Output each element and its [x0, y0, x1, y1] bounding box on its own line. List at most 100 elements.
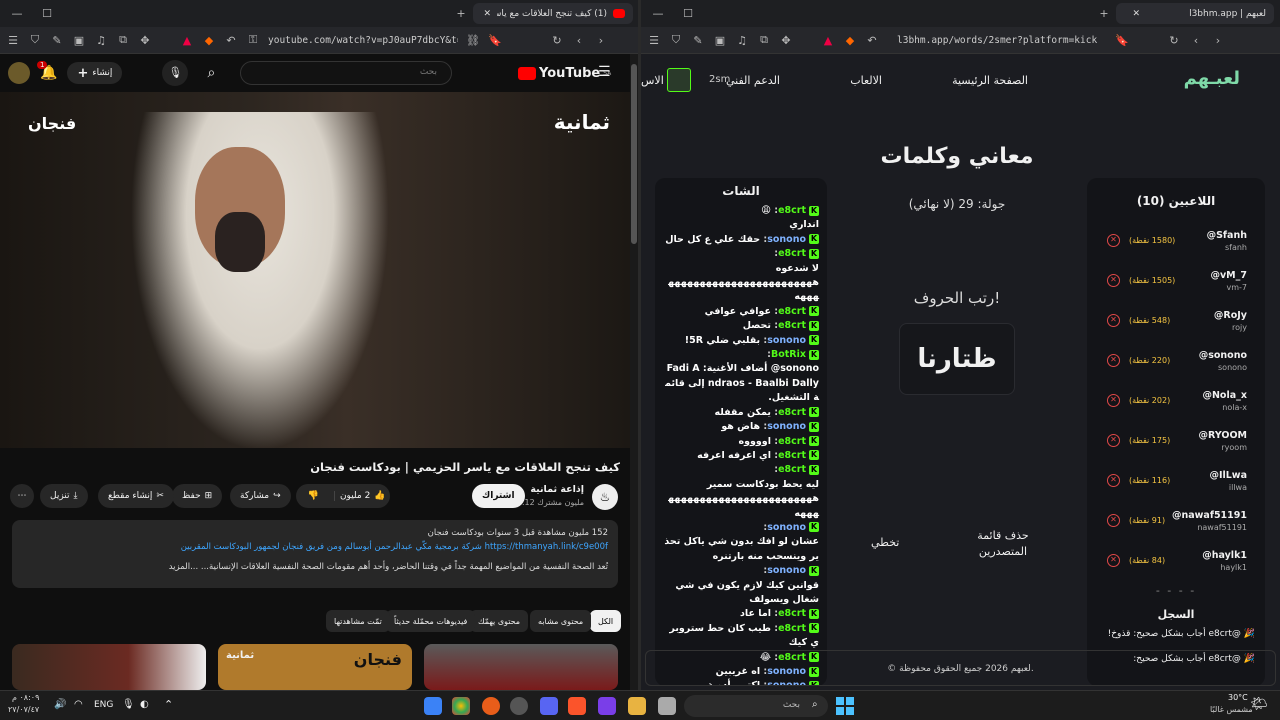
sidebar-icon[interactable]: ▣ [72, 33, 86, 47]
chat-username[interactable]: BotRix [771, 349, 806, 360]
mic-tray-icon[interactable]: 🎙 [122, 699, 135, 710]
music-icon[interactable]: ♫ [94, 33, 108, 47]
new-tab-icon[interactable]: + [1093, 7, 1115, 20]
app-icon[interactable] [598, 697, 616, 715]
shield-icon[interactable]: ⛉ [669, 33, 683, 47]
chat-username[interactable]: e8crt [778, 450, 806, 461]
search-icon[interactable]: ⌕ [198, 60, 224, 86]
chat-username[interactable]: sonono [767, 421, 806, 432]
remove-player-icon[interactable]: ✕ [1107, 314, 1120, 327]
player-name[interactable]: @nawaf51191 [1172, 510, 1247, 521]
subscribe-button[interactable]: اشتراك [472, 484, 525, 508]
extensions-icon[interactable]: ✎ [50, 33, 64, 47]
menu-icon[interactable]: ☰ [647, 33, 661, 47]
description-box[interactable]: 152 مليون مشاهدة قبل 3 سنوات بودكاست فنج… [12, 520, 618, 588]
skip-button[interactable]: تخطي [871, 536, 899, 549]
nav-support[interactable]: الدعم الفني [726, 74, 780, 87]
firefox-icon[interactable] [482, 697, 500, 715]
chip-watched[interactable]: تمّت مشاهدتها [326, 610, 390, 632]
rewards-icon[interactable]: ▲ [180, 33, 194, 47]
user-avatar[interactable] [667, 68, 691, 92]
close-tab-icon[interactable]: ✕ [1132, 9, 1140, 19]
chip-similar[interactable]: محتوى مشابه [530, 610, 592, 632]
sidebar-icon[interactable]: ▣ [713, 33, 727, 47]
nav-home[interactable]: الصفحة الرئيسية [952, 74, 1028, 87]
back-icon[interactable]: ‹ [1189, 33, 1203, 47]
notifications-bell-icon[interactable]: 🔔 1 [37, 61, 57, 81]
screenshot-icon[interactable]: ⧉ [116, 33, 130, 47]
minimize-icon[interactable]: — [6, 7, 28, 20]
remove-player-icon[interactable]: ✕ [1107, 434, 1120, 447]
remove-player-icon[interactable]: ✕ [1107, 354, 1120, 367]
copy-link-icon[interactable]: ⛓ [466, 33, 480, 47]
chat-username[interactable]: e8crt [778, 407, 806, 418]
language-indicator[interactable]: ENG [94, 700, 113, 710]
video-player[interactable]: ثمانية فنجان [0, 92, 630, 448]
shield-icon[interactable]: ⛉ [28, 33, 42, 47]
new-tab-icon[interactable]: + [450, 7, 472, 20]
weather-temp[interactable]: 30°C [1228, 693, 1248, 702]
player-name[interactable]: @vM_7 [1210, 270, 1247, 281]
maximize-icon[interactable]: ☐ [677, 7, 699, 20]
reload-icon[interactable]: ↶ [224, 33, 238, 47]
url-field[interactable]: l3bhm.app/words/2smer?platform=kick [897, 35, 1107, 46]
chat-username[interactable]: e8crt [778, 623, 806, 634]
site-info-icon[interactable]: ⚿ [246, 33, 260, 47]
clear-leaderboard-button[interactable]: حذف قائمة المتصدرين [963, 528, 1043, 560]
chat-username[interactable]: sonono [767, 234, 806, 245]
refresh-icon[interactable]: ↻ [550, 33, 564, 47]
nav-more[interactable]: الاس [641, 74, 664, 87]
player-name[interactable]: @Nola_x [1202, 390, 1247, 401]
app-icon[interactable] [510, 697, 528, 715]
clock-date[interactable]: ٢٧/٠٧/٤٧ [8, 705, 39, 714]
chat-username[interactable]: e8crt [778, 320, 806, 331]
rewards-icon[interactable]: ▲ [821, 33, 835, 47]
chat-username[interactable]: e8crt [778, 205, 806, 216]
menu-icon[interactable]: ☰ [6, 33, 20, 47]
channel-name[interactable]: إذاعة ثمانية [530, 484, 584, 495]
clip-button[interactable]: ✂ إنشاء مقطع [98, 484, 174, 508]
remove-player-icon[interactable]: ✕ [1107, 274, 1120, 287]
weather-icon[interactable]: 🌤 [1250, 696, 1268, 712]
hamburger-menu-icon[interactable]: ☰ [598, 64, 611, 80]
player-name[interactable]: @RYOOM [1199, 430, 1247, 441]
file-explorer-icon[interactable] [628, 697, 646, 715]
windows-start-icon[interactable] [836, 697, 854, 715]
close-tab-icon[interactable]: ✕ [483, 9, 491, 19]
chat-username[interactable]: sonono [767, 522, 806, 533]
search-icon[interactable]: ⌕ [812, 699, 818, 710]
bookmark-icon[interactable]: 🔖 [488, 33, 502, 47]
dislike-button[interactable]: 👎 [296, 491, 330, 501]
save-button[interactable]: ⊞ حفظ [172, 484, 223, 508]
music-icon[interactable]: ♫ [735, 33, 749, 47]
puzzle-icon[interactable]: ✥ [779, 33, 793, 47]
site-logo[interactable]: لعبـهم [1184, 68, 1240, 89]
maximize-icon[interactable]: ☐ [36, 7, 58, 20]
chat-username[interactable]: sonono [767, 335, 806, 346]
remove-player-icon[interactable]: ✕ [1107, 554, 1120, 567]
video-thumbnail[interactable]: ثمانية فنجان [218, 644, 412, 690]
tab-youtube[interactable]: (1) كيف تنجح العلاقات مع ياسر... ✕ [473, 3, 633, 24]
discord-icon[interactable] [540, 697, 558, 715]
chat-username[interactable]: e8crt [778, 464, 806, 475]
chip-for-you[interactable]: محتوى يهمّك [470, 610, 529, 632]
player-name[interactable]: @IlLwa [1209, 470, 1247, 481]
player-name[interactable]: @Sfanh [1207, 230, 1247, 241]
volume-icon[interactable]: 🔊 [54, 699, 66, 710]
screenshot-icon[interactable]: ⧉ [757, 33, 771, 47]
like-button[interactable]: 👍 2 مليون [334, 491, 390, 501]
site-info-icon[interactable]: ↶ [865, 33, 879, 47]
chip-all[interactable]: الكل [590, 610, 622, 632]
tray-app-icon[interactable]: ◐ [140, 699, 149, 710]
wifi-icon[interactable]: ◠ [74, 699, 83, 710]
task-view-icon[interactable] [658, 697, 676, 715]
url-field[interactable]: youtube.com/watch?v=pJ0auP7dbcY&t=1... [268, 35, 458, 46]
remove-player-icon[interactable]: ✕ [1107, 234, 1120, 247]
player-name[interactable]: @sonono [1199, 350, 1247, 361]
chat-username[interactable]: e8crt [778, 608, 806, 619]
player-name[interactable]: @haylk1 [1202, 550, 1247, 561]
forward-icon[interactable]: › [1211, 33, 1225, 47]
brave-shield-icon[interactable]: ◆ [202, 33, 216, 47]
extensions-icon[interactable]: ✎ [691, 33, 705, 47]
channel-avatar[interactable]: ♨ [592, 484, 618, 510]
